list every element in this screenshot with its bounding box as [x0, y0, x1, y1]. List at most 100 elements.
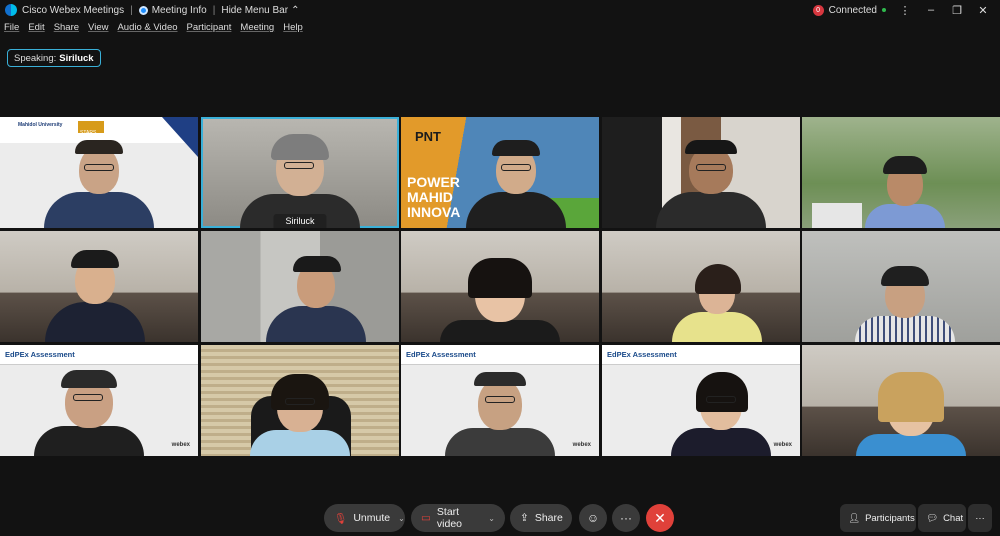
- video-tile[interactable]: [802, 231, 1000, 342]
- chat-bubble-icon: 💬︎: [926, 512, 939, 524]
- title-right: 0 Connected ⋮ – ❐ ✕: [812, 4, 1000, 17]
- video-tile[interactable]: PNT POWER MAHID INNOVA: [401, 117, 599, 228]
- participant-video: [44, 140, 154, 228]
- participants-label: Participants: [865, 512, 915, 524]
- video-tile[interactable]: EdPEx Assessment webex: [0, 345, 198, 456]
- menu-audio-video[interactable]: Audio & Video: [117, 22, 177, 38]
- edpex-slide-header: EdPEx Assessment: [401, 345, 599, 365]
- video-tile[interactable]: EdPEx Assessment webex: [602, 345, 800, 456]
- menu-share[interactable]: Share: [54, 22, 79, 38]
- more-horizontal-icon: ···: [620, 511, 632, 525]
- menu-edit[interactable]: Edit: [28, 22, 44, 38]
- menu-participant[interactable]: Participant: [187, 22, 232, 38]
- reactions-button[interactable]: ☺: [579, 504, 607, 532]
- menu-view[interactable]: View: [88, 22, 108, 38]
- close-window-button[interactable]: ✕: [976, 4, 990, 17]
- mic-muted-icon: 🎙︎: [334, 512, 348, 525]
- start-video-button[interactable]: ▭ Start video ⌄: [411, 504, 505, 532]
- title-separator: |: [130, 4, 133, 16]
- start-video-label: Start video: [436, 506, 463, 530]
- pnt-logo: PNT: [415, 129, 441, 144]
- chevron-up-icon: ⌃: [291, 4, 300, 16]
- video-tile[interactable]: [201, 345, 399, 456]
- video-grid: Mahidol University STARS Siriluck PNT PO…: [0, 116, 1000, 456]
- banner-line: MAHID: [407, 189, 453, 205]
- hide-menu-label: Hide Menu Bar: [221, 4, 289, 16]
- edpex-title: EdPEx Assessment: [607, 350, 677, 359]
- video-tile[interactable]: [0, 231, 198, 342]
- participant-video: [671, 264, 762, 342]
- more-options-button[interactable]: ···: [612, 504, 640, 532]
- video-tile[interactable]: EdPEx Assessment webex: [401, 345, 599, 456]
- background-coat: [602, 117, 662, 228]
- menu-file[interactable]: File: [4, 22, 19, 38]
- hide-menu-bar-button[interactable]: Hide Menu Bar ⌃: [221, 5, 299, 16]
- video-tile-active-speaker[interactable]: Siriluck: [201, 117, 399, 228]
- participant-video: [864, 156, 945, 228]
- share-button[interactable]: ⇪ Share: [510, 504, 572, 532]
- smiley-icon: ☺: [586, 511, 600, 525]
- video-tile[interactable]: [201, 231, 399, 342]
- video-tile[interactable]: [602, 231, 800, 342]
- menu-bar: File Edit Share View Audio & Video Parti…: [0, 22, 303, 38]
- participant-video: [250, 374, 350, 456]
- participant-name-tag: Siriluck: [273, 214, 327, 228]
- participant-video: [34, 370, 145, 456]
- minimize-button[interactable]: –: [924, 4, 938, 16]
- meeting-info-label: Meeting Info: [151, 4, 207, 16]
- app-name: Cisco Webex Meetings: [22, 4, 125, 16]
- participant-video: [655, 140, 766, 228]
- participant-video: [854, 266, 955, 342]
- share-label: Share: [534, 512, 563, 524]
- person-icon: 👤︎: [848, 512, 861, 524]
- participant-video: [45, 250, 146, 342]
- participant-video: [465, 140, 566, 228]
- notification-badge: 0: [812, 4, 824, 16]
- connection-status[interactable]: 0 Connected: [812, 4, 886, 16]
- edpex-title: EdPEx Assessment: [406, 350, 476, 359]
- connection-label: Connected: [828, 4, 877, 16]
- participant-video: [855, 372, 966, 456]
- edpex-title: EdPEx Assessment: [5, 350, 75, 359]
- webex-logo-icon: [5, 4, 17, 16]
- share-icon: ⇪: [520, 512, 529, 524]
- background-banner-text: POWER MAHID INNOVA: [407, 175, 460, 220]
- video-tile[interactable]: Mahidol University STARS: [0, 117, 198, 228]
- unmute-button[interactable]: 🎙︎ Unmute ⌄: [324, 504, 405, 532]
- chevron-down-icon[interactable]: ⌄: [488, 514, 495, 523]
- connected-dot-icon: [882, 8, 886, 12]
- video-tile[interactable]: [802, 345, 1000, 456]
- title-separator: |: [212, 4, 216, 16]
- panel-more-button[interactable]: ···: [968, 504, 992, 532]
- app-title: Cisco Webex Meetings: [0, 4, 124, 16]
- participant-video: [265, 256, 366, 342]
- banner-line: POWER: [407, 174, 460, 190]
- participants-button[interactable]: 👤︎ Participants: [840, 504, 916, 532]
- webex-watermark: webex: [171, 442, 190, 448]
- background-sofa: [812, 203, 862, 228]
- info-icon: [138, 5, 148, 15]
- participant-video: [445, 372, 555, 456]
- webex-watermark: webex: [572, 442, 591, 448]
- chevron-down-icon[interactable]: ⌄: [398, 514, 405, 523]
- video-tile[interactable]: [602, 117, 800, 228]
- video-off-icon: ▭: [421, 512, 431, 524]
- edpex-slide-header: EdPEx Assessment: [0, 345, 198, 365]
- chat-button[interactable]: 💬︎ Chat: [918, 504, 966, 532]
- video-tile[interactable]: [802, 117, 1000, 228]
- meeting-controls: 🎙︎ Unmute ⌄ ▭ Start video ⌄ ⇪ Share ☺ ··…: [0, 500, 1000, 536]
- restore-button[interactable]: ❐: [950, 4, 964, 17]
- more-vertical-icon[interactable]: ⋮: [898, 4, 912, 17]
- leave-meeting-button[interactable]: ✕: [646, 504, 674, 532]
- title-bar: Cisco Webex Meetings | Meeting Info | Hi…: [0, 0, 1000, 20]
- close-icon: ✕: [654, 509, 666, 526]
- speaking-name: Siriluck: [59, 52, 94, 64]
- video-tile[interactable]: [401, 231, 599, 342]
- participant-video: [670, 372, 771, 456]
- menu-help[interactable]: Help: [283, 22, 303, 38]
- participant-video: [440, 258, 560, 342]
- menu-meeting[interactable]: Meeting: [240, 22, 274, 38]
- active-speaker-indicator: Speaking: Siriluck: [7, 49, 101, 67]
- webex-watermark: webex: [773, 442, 792, 448]
- meeting-info-button[interactable]: Meeting Info: [138, 4, 207, 16]
